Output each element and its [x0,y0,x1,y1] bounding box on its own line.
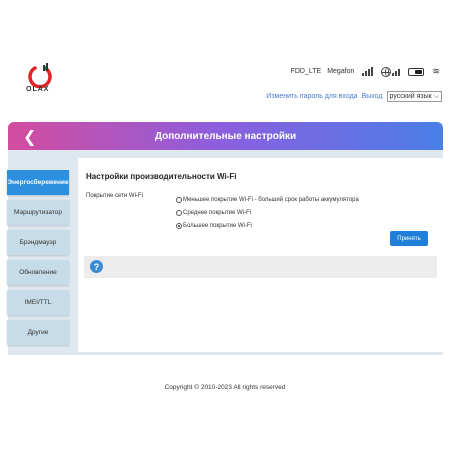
option-high-coverage[interactable]: Большее покрытие Wi-Fi [176,219,359,232]
sidebar-item-update[interactable]: Обновление [7,260,69,285]
status-bar: FDD_LTE Megafon ≋ [291,66,440,77]
operator-name: Megafon [327,68,355,75]
logout-link[interactable]: Выход [362,93,383,100]
option-label: Большее покрытие Wi-Fi [183,222,252,229]
logo-text: OLAX [26,86,50,93]
content-area: Настройки производительности Wi-Fi Покры… [78,158,443,352]
sidebar-item-firewall[interactable]: Брэндмауэр [7,230,69,255]
sidebar-item-label: Обновление [19,269,57,276]
page-title: Дополнительные настройки [154,130,297,142]
network-type: FDD_LTE [290,68,322,75]
option-medium-coverage[interactable]: Среднее покрытие Wi-Fi [176,206,359,219]
help-bar: ? [84,256,437,278]
top-links: Изменить пароль для входа Выход русский … [266,91,442,102]
sidebar: Энергосбережение Маршрутизатор Брэндмауэ… [7,170,71,350]
radio-button[interactable] [176,222,182,229]
connection-icon [381,66,401,77]
sidebar-item-label: Энергосбережение [7,179,69,186]
sidebar-item-label: Брэндмауэр [19,239,57,246]
signal-icon [362,67,374,76]
battery-icon [408,67,425,76]
wifi-coverage-options: Меньшее покрытие Wi-Fi - больший срок ра… [176,193,359,232]
wifi-icon: ≋ [432,66,440,76]
sidebar-item-label: IMEI/TTL [24,299,52,306]
globe-icon [381,66,392,77]
footer-copyright: Copyright © 2010-2023 All rights reserve… [164,384,286,391]
language-value: русский язык [389,93,432,100]
option-label: Меньшее покрытие Wi-Fi - больший срок ра… [183,196,359,203]
radio-button[interactable] [176,196,182,203]
radio-button[interactable] [176,209,182,216]
sidebar-item-other[interactable]: Другие [7,320,69,345]
wifi-coverage-label: Покрытие сети Wi-Fi [86,193,143,199]
sidebar-item-power-saving[interactable]: Энергосбережение [7,170,69,195]
change-password-link[interactable]: Изменить пароль для входа [266,93,357,100]
sidebar-item-label: Маршрутизатор [14,209,62,216]
option-label: Среднее покрытие Wi-Fi [183,209,251,216]
sidebar-item-label: Другие [27,329,49,336]
language-select[interactable]: русский язык ⌵ [386,91,442,102]
sidebar-item-router[interactable]: Маршрутизатор [7,200,69,225]
help-icon[interactable]: ? [90,260,103,273]
section-title: Настройки производительности Wi-Fi [86,172,237,181]
chevron-left-icon[interactable]: ❮ [23,127,36,147]
apply-button[interactable]: Принять [390,231,428,246]
chevron-down-icon: ⌵ [433,92,439,100]
option-low-coverage[interactable]: Меньшее покрытие Wi-Fi - больший срок ра… [176,193,359,206]
sidebar-item-imei-ttl[interactable]: IMEI/TTL [7,290,69,315]
page-banner: ❮ Дополнительные настройки [8,122,443,150]
